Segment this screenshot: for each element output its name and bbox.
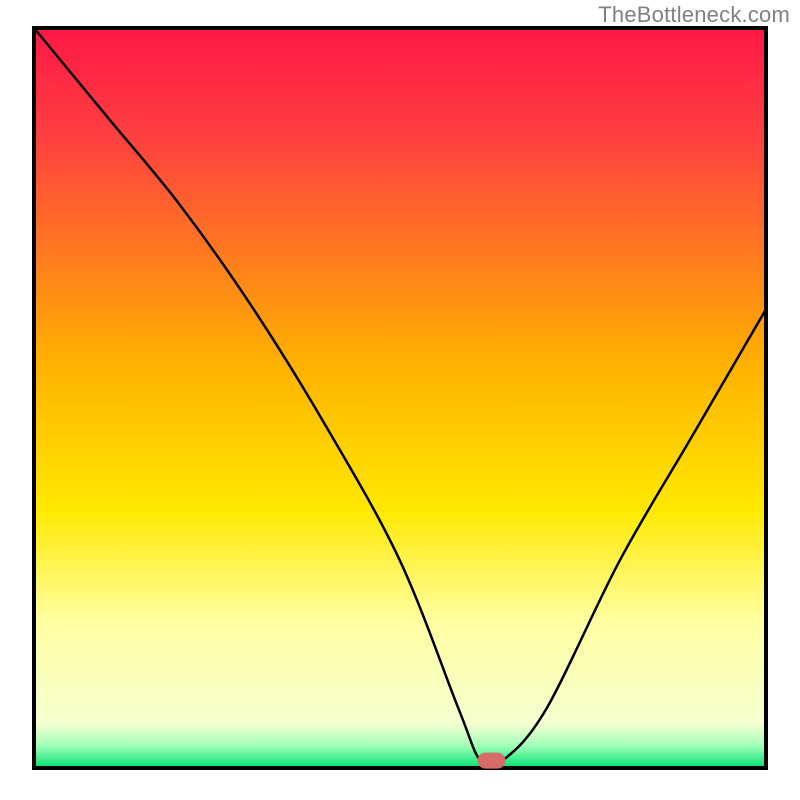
watermark-text: TheBottleneck.com: [598, 2, 790, 28]
chart-container: { "watermark": "TheBottleneck.com", "cha…: [0, 0, 800, 800]
chart-background: [34, 28, 766, 768]
bottleneck-chart: [0, 0, 800, 800]
minimum-marker: [478, 753, 506, 769]
